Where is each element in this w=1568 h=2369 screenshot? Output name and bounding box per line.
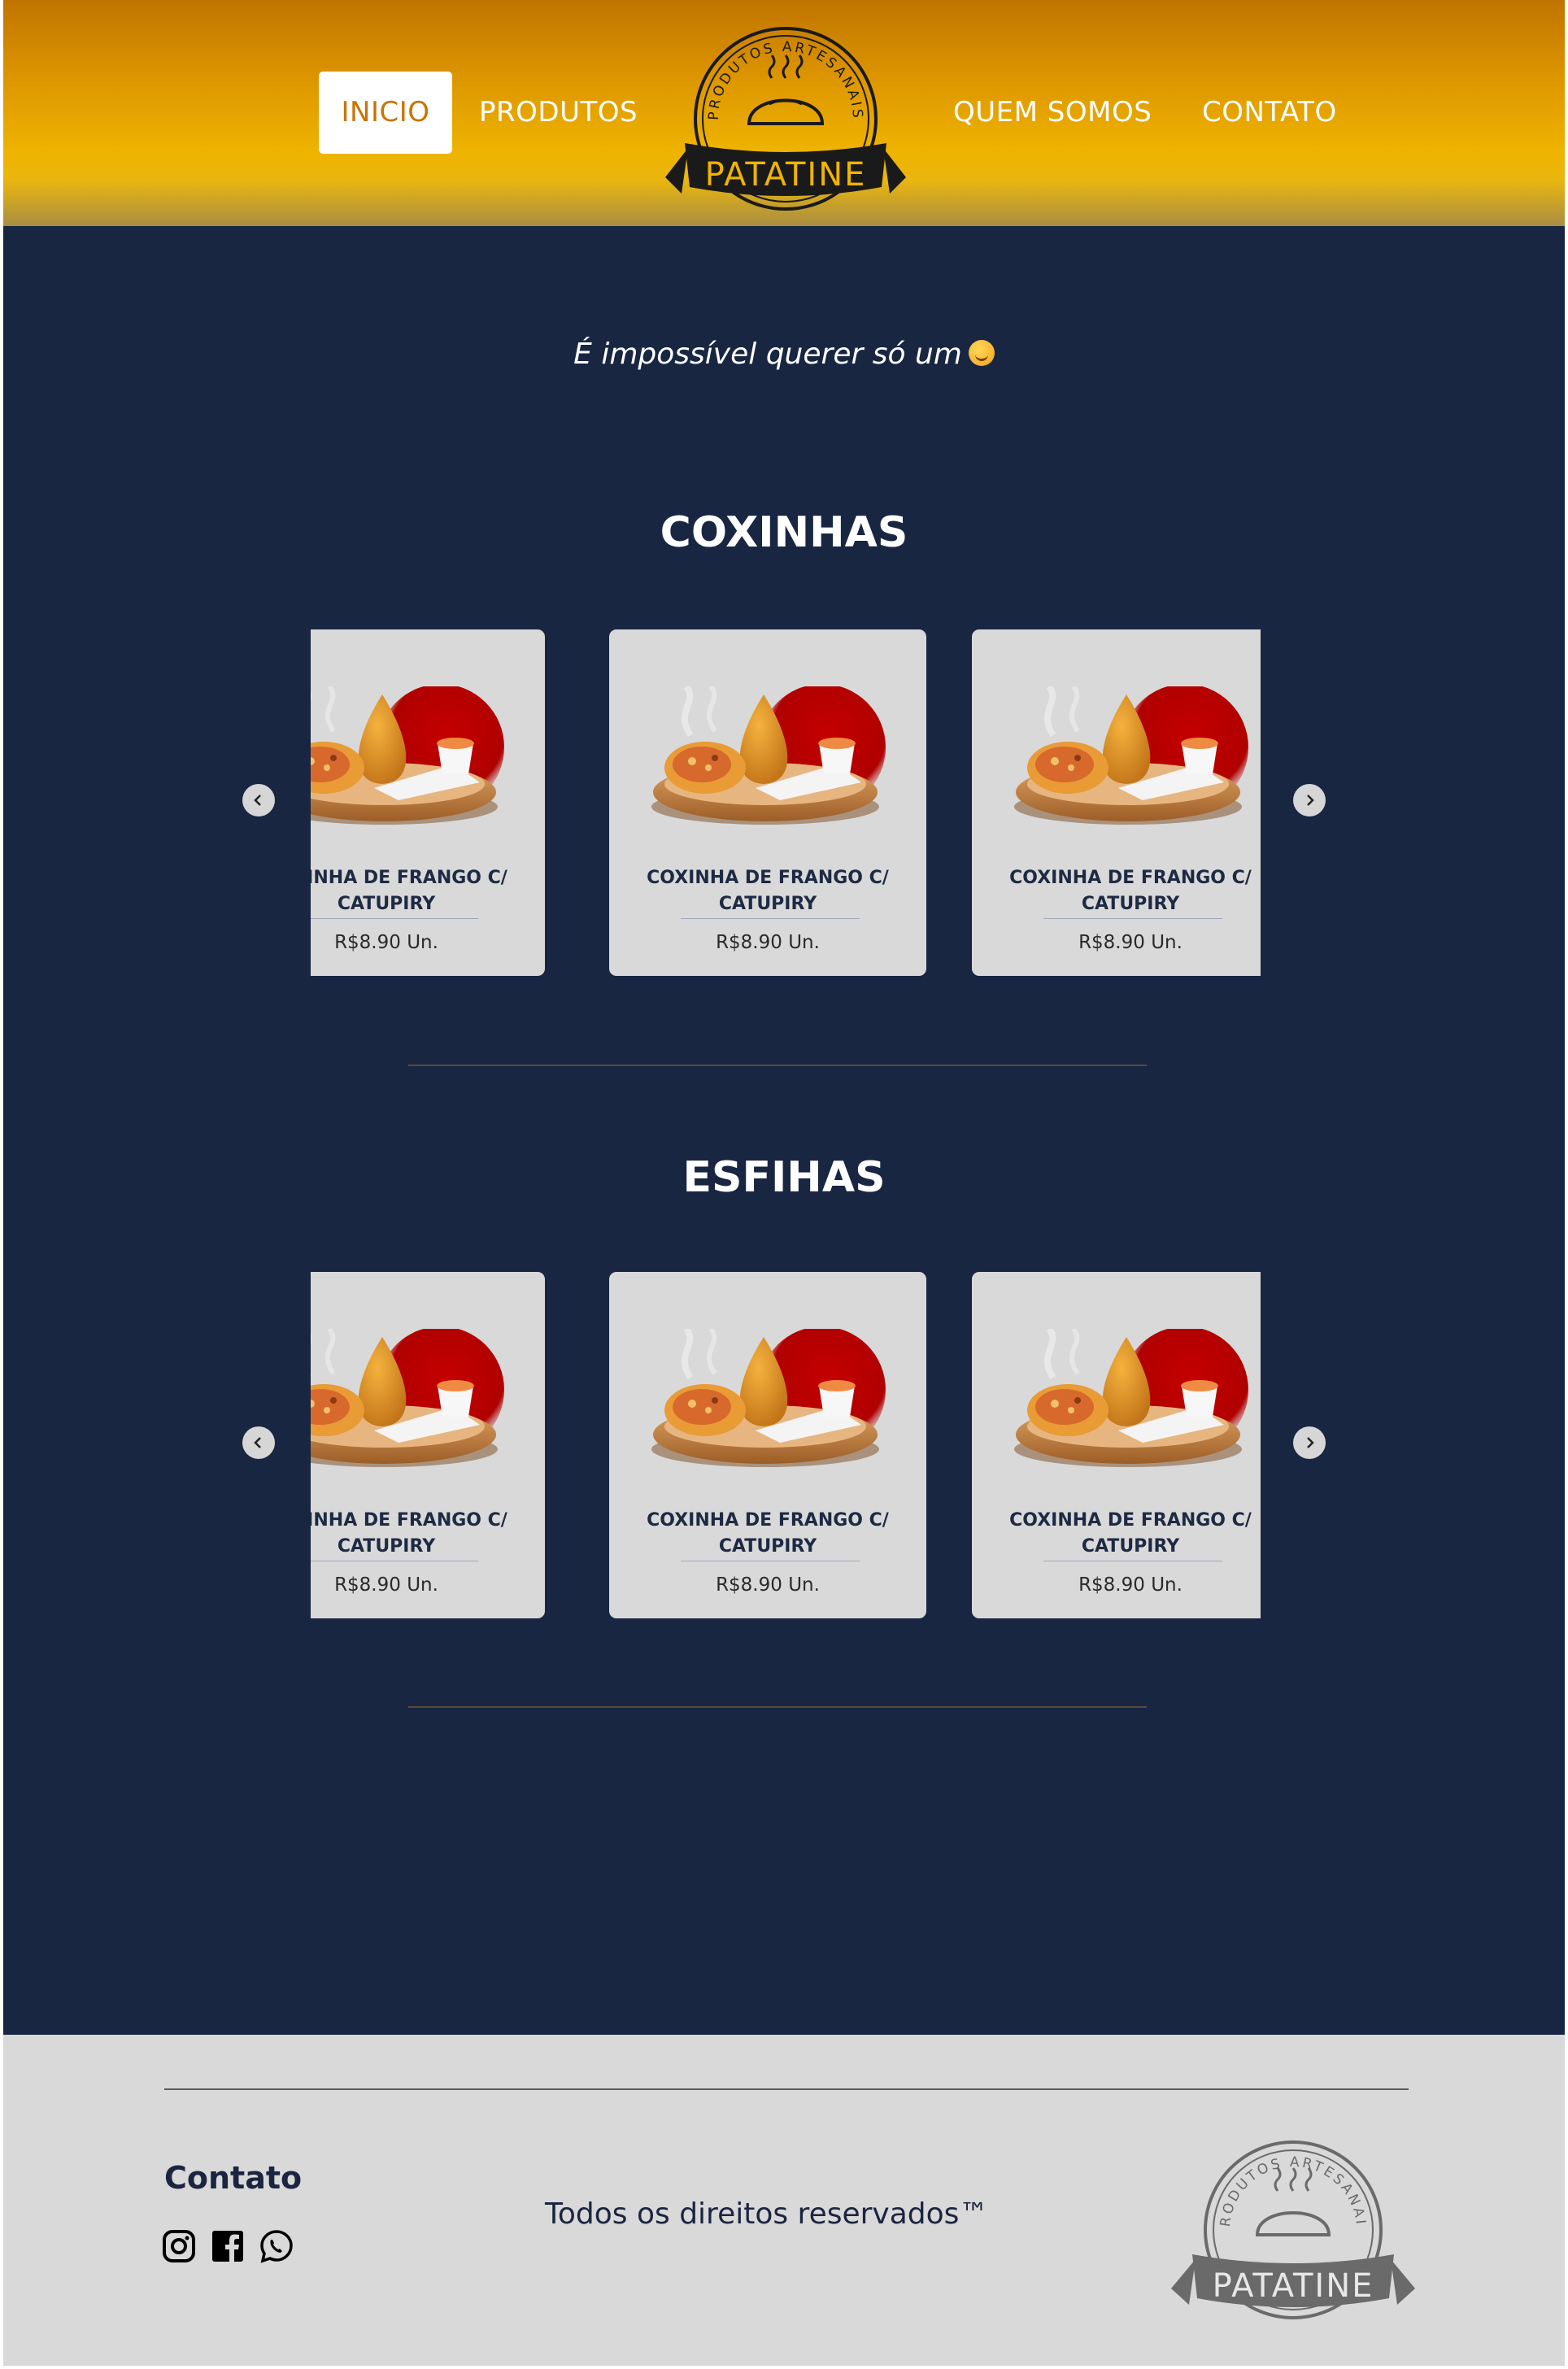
- product-name-line1: COXINHA DE FRANGO C/: [647, 1510, 889, 1531]
- product-name-line1: COXINHA DE FRANGO C/: [1009, 1510, 1252, 1531]
- card-divider: [1043, 918, 1222, 919]
- footer-contact-heading: Contato: [164, 2160, 303, 2196]
- carousel-prev-button[interactable]: [242, 784, 275, 817]
- product-name-line1: COXINHA DE FRANGO C/: [647, 868, 889, 888]
- yum-emoji-icon: [968, 340, 995, 366]
- logo-brand-text: PATATINE: [705, 156, 867, 194]
- product-name-line1: COXINHA DE FRANGO C/: [1009, 868, 1252, 888]
- product-price: R$8.90 Un.: [716, 932, 820, 953]
- product-image: [642, 1329, 894, 1467]
- product-card[interactable]: COXINHA DE FRANGO C/CATUPIRY R$8.90 Un.: [972, 1272, 1261, 1618]
- facebook-icon[interactable]: [210, 2228, 246, 2264]
- product-name-line2: CATUPIRY: [718, 894, 817, 914]
- tagline: É impossível querer só um: [3, 337, 1565, 371]
- carousel-coxinhas: COXINHA DE FRANGO C/CATUPIRY R$8.90 Un. …: [3, 629, 1565, 979]
- svg-text:PRODUTOS ARTESANAIS: PRODUTOS ARTESANAIS: [1171, 2134, 1369, 2227]
- site-footer: Contato Todos os direitos reservados™ PR…: [3, 2035, 1565, 2366]
- nav-item-contato[interactable]: CONTATO: [1202, 72, 1337, 154]
- product-name-line2: CATUPIRY: [718, 1536, 817, 1557]
- footer-logo-arc-text: PRODUTOS ARTESANAIS: [1171, 2134, 1366, 2227]
- chevron-left-icon: [254, 1437, 261, 1448]
- nav-item-produtos[interactable]: PRODUTOS: [479, 72, 638, 154]
- main-content: É impossível querer só um COXINHAS COXIN…: [3, 226, 1565, 2035]
- tagline-text: É impossível querer só um: [573, 337, 962, 371]
- product-card[interactable]: COXINHA DE FRANGO C/CATUPIRY R$8.90 Un.: [609, 629, 926, 976]
- card-divider: [681, 918, 860, 919]
- product-card[interactable]: COXINHA DE FRANGO C/CATUPIRY R$8.90 Un.: [609, 1272, 926, 1618]
- product-price: R$8.90 Un.: [334, 932, 438, 953]
- footer-divider: [164, 2088, 1409, 2090]
- page-frame: INICIO PRODUTOS PRODUTOS ARTESANAIS PATA…: [3, 0, 1565, 2366]
- product-price: R$8.90 Un.: [1078, 932, 1183, 953]
- product-name: COXINHA DE FRANGO C/CATUPIRY: [972, 1508, 1261, 1560]
- site-header: INICIO PRODUTOS PRODUTOS ARTESANAIS PATA…: [3, 0, 1565, 226]
- instagram-icon[interactable]: [161, 2228, 197, 2264]
- footer-logo-brand-text: PATATINE: [1213, 2267, 1374, 2305]
- footer-logo[interactable]: PRODUTOS ARTESANAIS PATATINE: [1171, 2134, 1415, 2321]
- carousel-prev-button[interactable]: [242, 1426, 275, 1459]
- card-divider: [311, 918, 478, 919]
- product-image: [311, 1329, 512, 1467]
- product-name-line1: COXINHA DE FRANGO C/: [311, 1510, 507, 1531]
- product-image: [1004, 1329, 1257, 1467]
- chevron-right-icon: [1307, 795, 1314, 806]
- product-name-line1: COXINHA DE FRANGO C/: [311, 868, 507, 888]
- product-name: COXINHA DE FRANGO C/CATUPIRY: [311, 1508, 545, 1560]
- section-title-esfihas: ESFIHAS: [682, 1153, 886, 1202]
- product-name-line2: CATUPIRY: [1081, 1536, 1180, 1557]
- section-title-coxinhas: COXINHAS: [660, 508, 908, 557]
- carousel-viewport: COXINHA DE FRANGO C/CATUPIRY R$8.90 Un. …: [311, 629, 1261, 979]
- product-price: R$8.90 Un.: [334, 1574, 438, 1596]
- chevron-right-icon: [1307, 1437, 1314, 1448]
- svg-text:PRODUTOS ARTESANAIS: PRODUTOS ARTESANAIS: [706, 39, 865, 121]
- product-name: COXINHA DE FRANGO C/CATUPIRY: [609, 1508, 926, 1560]
- product-name: COXINHA DE FRANGO C/CATUPIRY: [311, 865, 545, 917]
- product-price: R$8.90 Un.: [716, 1574, 820, 1596]
- section-divider: [408, 1065, 1147, 1066]
- carousel-next-button[interactable]: [1293, 784, 1326, 817]
- nav-item-inicio[interactable]: INICIO: [319, 72, 452, 154]
- product-name-line2: CATUPIRY: [337, 1536, 436, 1557]
- nav-item-quem-somos[interactable]: QUEM SOMOS: [953, 72, 1152, 154]
- product-name: COXINHA DE FRANGO C/CATUPIRY: [972, 865, 1261, 917]
- chevron-left-icon: [254, 795, 261, 806]
- product-image: [311, 686, 512, 825]
- product-card[interactable]: COXINHA DE FRANGO C/CATUPIRY R$8.90 Un.: [311, 629, 545, 976]
- logo-arc-text: PRODUTOS ARTESANAIS: [706, 39, 863, 121]
- product-image: [1004, 686, 1257, 825]
- section-divider: [408, 1706, 1147, 1708]
- product-card[interactable]: COXINHA DE FRANGO C/CATUPIRY R$8.90 Un.: [311, 1272, 545, 1618]
- product-price: R$8.90 Un.: [1078, 1574, 1183, 1596]
- carousel-esfihas: COXINHA DE FRANGO C/CATUPIRY R$8.90 Un. …: [3, 1272, 1565, 1622]
- carousel-viewport: COXINHA DE FRANGO C/CATUPIRY R$8.90 Un. …: [311, 1272, 1261, 1622]
- product-name: COXINHA DE FRANGO C/CATUPIRY: [609, 865, 926, 917]
- product-image: [642, 686, 894, 825]
- product-name-line2: CATUPIRY: [1081, 894, 1180, 914]
- patatine-logo[interactable]: PRODUTOS ARTESANAIS PATATINE: [665, 15, 906, 213]
- product-name-line2: CATUPIRY: [337, 894, 436, 914]
- whatsapp-icon[interactable]: [259, 2228, 294, 2264]
- product-card[interactable]: COXINHA DE FRANGO C/CATUPIRY R$8.90 Un.: [972, 629, 1261, 976]
- carousel-next-button[interactable]: [1293, 1426, 1326, 1459]
- copyright-text: Todos os direitos reservados™: [545, 2197, 989, 2231]
